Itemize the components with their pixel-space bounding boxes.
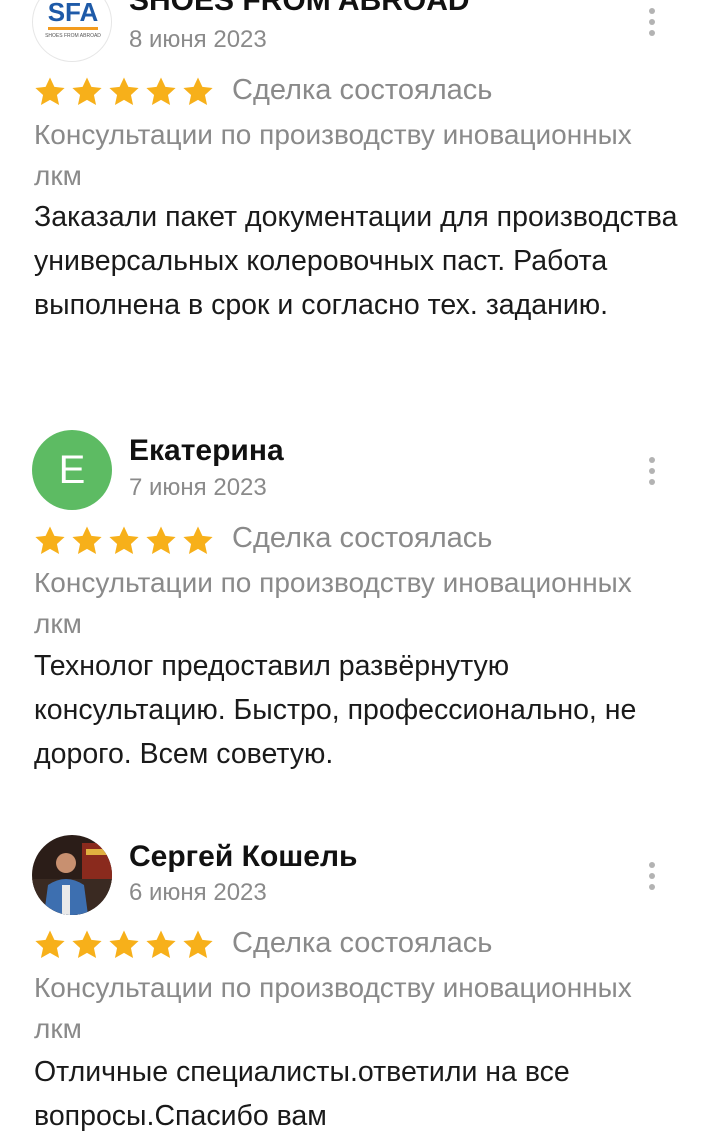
rating-stars xyxy=(33,524,215,558)
star-icon xyxy=(109,526,139,555)
service-name: Консультации по производству иновационны… xyxy=(34,972,632,1044)
logo-subtext: SHOES FROM ABROAD xyxy=(45,33,101,39)
star-icon xyxy=(35,930,65,959)
more-menu-button[interactable] xyxy=(632,2,672,42)
review-card: SFA SHOES FROM ABROAD SHOES FROM ABROAD … xyxy=(0,0,720,400)
more-vertical-icon xyxy=(649,8,655,14)
star-icon xyxy=(183,77,213,106)
avatar-letter: Е xyxy=(58,447,86,492)
star-icon xyxy=(109,930,139,959)
author-name[interactable]: Сергей Кошель xyxy=(129,840,357,874)
review-text: Отличные специалисты.ответили на все воп… xyxy=(34,1056,570,1132)
more-menu-button[interactable] xyxy=(632,856,672,896)
star-icon xyxy=(146,526,176,555)
service-name: Консультации по производству иновационны… xyxy=(34,119,632,191)
star-icon xyxy=(183,526,213,555)
logo-text: SFA xyxy=(48,0,99,27)
star-icon xyxy=(183,930,213,959)
review-card: Е Екатерина 7 июня 2023 Сделка состоялас… xyxy=(0,400,720,810)
deal-status: Сделка состоялась xyxy=(232,522,493,554)
review-date: 7 июня 2023 xyxy=(129,474,267,501)
star-icon xyxy=(109,77,139,106)
deal-status: Сделка состоялась xyxy=(232,74,493,106)
review-text: Заказали пакет документации для производ… xyxy=(34,201,678,321)
star-icon xyxy=(72,77,102,106)
star-icon xyxy=(146,77,176,106)
review-date: 6 июня 2023 xyxy=(129,879,267,906)
star-icon xyxy=(72,930,102,959)
review-card: Сергей Кошель 6 июня 2023 Сделка состоял… xyxy=(0,810,720,1132)
avatar[interactable] xyxy=(32,835,112,915)
more-menu-button[interactable] xyxy=(632,451,672,491)
more-vertical-icon xyxy=(649,862,655,868)
star-icon xyxy=(35,77,65,106)
avatar[interactable]: SFA SHOES FROM ABROAD xyxy=(32,0,112,62)
deal-status: Сделка состоялась xyxy=(232,927,493,959)
user-photo xyxy=(32,835,112,915)
avatar[interactable]: Е xyxy=(32,430,112,510)
star-icon xyxy=(72,526,102,555)
review-date: 8 июня 2023 xyxy=(129,26,267,53)
more-vertical-icon xyxy=(649,457,655,463)
review-text: Технолог предоставил развёрнутую консуль… xyxy=(34,650,637,770)
author-name[interactable]: Екатерина xyxy=(129,434,284,468)
shoes-from-abroad-logo: SFA SHOES FROM ABROAD xyxy=(45,0,101,39)
author-name[interactable]: SHOES FROM ABROAD xyxy=(129,0,470,18)
star-icon xyxy=(35,526,65,555)
service-name: Консультации по производству иновационны… xyxy=(34,567,632,639)
rating-stars xyxy=(33,75,215,109)
rating-stars xyxy=(33,928,215,962)
star-icon xyxy=(146,930,176,959)
